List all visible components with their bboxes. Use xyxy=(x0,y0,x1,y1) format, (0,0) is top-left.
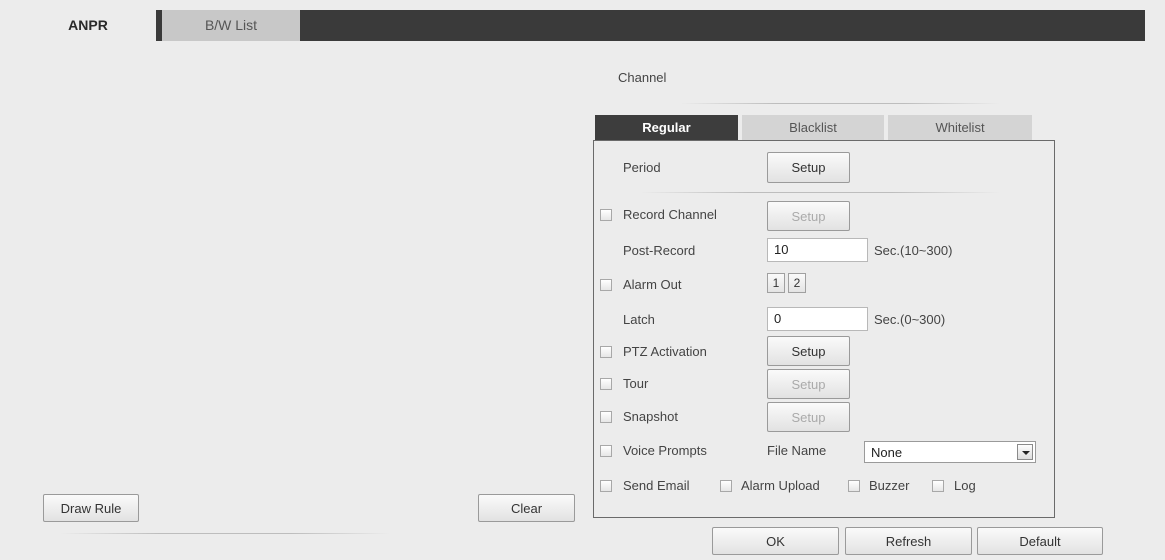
subtab-blacklist[interactable]: Blacklist xyxy=(742,115,884,140)
ptz-activation-setup-button[interactable]: Setup xyxy=(767,336,850,366)
subtab-whitelist[interactable]: Whitelist xyxy=(888,115,1032,140)
log-label: Log xyxy=(954,478,976,493)
alarm-out-1-button[interactable]: 1 xyxy=(767,273,785,293)
ptz-activation-checkbox[interactable] xyxy=(600,346,612,358)
snapshot-checkbox[interactable] xyxy=(600,411,612,423)
alarm-upload-label: Alarm Upload xyxy=(741,478,820,493)
refresh-button[interactable]: Refresh xyxy=(845,527,972,555)
left-divider xyxy=(60,533,390,534)
alarm-out-checkbox[interactable] xyxy=(600,279,612,291)
period-divider xyxy=(640,192,1000,193)
latch-label: Latch xyxy=(623,312,655,327)
channel-label: Channel xyxy=(618,70,667,85)
default-button[interactable]: Default xyxy=(977,527,1103,555)
record-channel-checkbox[interactable] xyxy=(600,209,612,221)
chevron-down-icon[interactable] xyxy=(1017,444,1033,460)
tab-bw-list[interactable]: B/W List xyxy=(162,10,300,41)
clear-button[interactable]: Clear xyxy=(478,494,575,522)
log-checkbox[interactable] xyxy=(932,480,944,492)
period-label: Period xyxy=(623,160,661,175)
file-name-label: File Name xyxy=(767,443,827,458)
voice-prompts-label: Voice Prompts xyxy=(623,443,707,458)
period-setup-button[interactable]: Setup xyxy=(767,152,850,183)
record-channel-setup-button[interactable]: Setup xyxy=(767,201,850,231)
buzzer-label: Buzzer xyxy=(869,478,910,493)
post-record-input[interactable]: 10 xyxy=(767,238,868,262)
alarm-upload-checkbox[interactable] xyxy=(720,480,732,492)
voice-prompts-checkbox[interactable] xyxy=(600,445,612,457)
send-email-checkbox[interactable] xyxy=(600,480,612,492)
tab-anpr[interactable]: ANPR xyxy=(20,10,156,41)
ptz-activation-label: PTZ Activation xyxy=(623,344,707,359)
post-record-label: Post-Record xyxy=(623,243,696,258)
record-channel-label: Record Channel xyxy=(623,207,717,222)
file-name-value: None xyxy=(871,445,903,460)
snapshot-label: Snapshot xyxy=(623,409,678,424)
channel-divider xyxy=(680,103,1000,104)
tour-setup-button[interactable]: Setup xyxy=(767,369,850,399)
snapshot-setup-button[interactable]: Setup xyxy=(767,402,850,432)
file-name-select[interactable]: None xyxy=(864,441,1036,463)
subtab-regular[interactable]: Regular xyxy=(595,115,738,140)
alarm-out-2-button[interactable]: 2 xyxy=(788,273,806,293)
post-record-hint: Sec.(10~300) xyxy=(874,243,953,258)
buzzer-checkbox[interactable] xyxy=(848,480,860,492)
alarm-out-label: Alarm Out xyxy=(623,277,682,292)
ok-button[interactable]: OK xyxy=(712,527,839,555)
tour-label: Tour xyxy=(623,376,649,391)
send-email-label: Send Email xyxy=(623,478,690,493)
draw-rule-button[interactable]: Draw Rule xyxy=(43,494,139,522)
latch-hint: Sec.(0~300) xyxy=(874,312,946,327)
latch-input[interactable]: 0 xyxy=(767,307,868,331)
tour-checkbox[interactable] xyxy=(600,378,612,390)
